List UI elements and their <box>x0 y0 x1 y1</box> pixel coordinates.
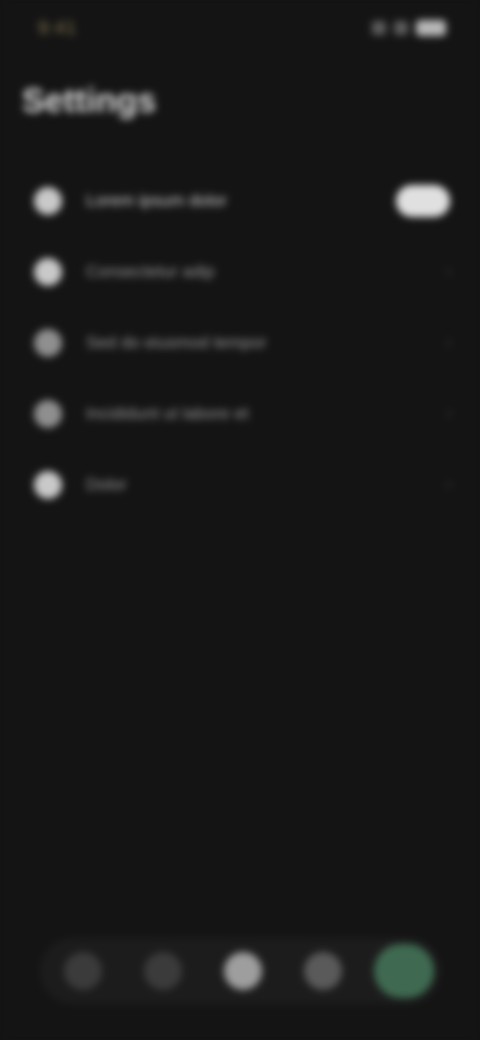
setting-5-icon <box>34 470 62 499</box>
chevron-right-icon: › <box>446 403 452 423</box>
nav-item-1-icon[interactable] <box>64 952 102 990</box>
setting-row-3[interactable]: Sed do eiusmod tempor › <box>0 307 480 378</box>
signal-icon <box>372 21 386 35</box>
setting-3-icon <box>34 328 62 357</box>
battery-icon <box>416 20 446 36</box>
wifi-icon <box>394 21 408 35</box>
setting-4-label: Incididunt ut labore et <box>86 403 249 423</box>
setting-row-2[interactable]: Consectetur adip › <box>0 236 480 307</box>
page-title: Settings <box>22 82 157 120</box>
setting-2-label: Consectetur adip <box>86 261 215 281</box>
nav-item-3-icon[interactable] <box>224 952 262 990</box>
nav-item-5-active-icon[interactable] <box>374 944 434 998</box>
setting-1-toggle[interactable] <box>396 184 450 217</box>
setting-row-5[interactable]: Dolor › <box>0 449 480 520</box>
bottom-nav <box>40 938 440 1004</box>
settings-screen: 9:41 Settings Lorem ipsum dolor Consecte… <box>0 0 480 1040</box>
setting-row-1[interactable]: Lorem ipsum dolor <box>0 165 480 236</box>
setting-5-label: Dolor <box>86 474 127 494</box>
settings-list: Lorem ipsum dolor Consectetur adip › Sed… <box>0 165 480 520</box>
chevron-right-icon: › <box>446 474 452 494</box>
chevron-right-icon: › <box>446 332 452 352</box>
nav-item-4-icon[interactable] <box>304 952 342 990</box>
setting-2-icon <box>34 257 62 286</box>
status-bar: 9:41 <box>0 0 480 60</box>
status-time: 9:41 <box>38 18 78 38</box>
status-icons <box>372 20 446 36</box>
setting-row-4[interactable]: Incididunt ut labore et › <box>0 378 480 449</box>
setting-4-icon <box>34 399 62 428</box>
setting-1-icon <box>34 186 62 215</box>
nav-item-2-icon[interactable] <box>144 952 182 990</box>
setting-3-label: Sed do eiusmod tempor <box>86 332 267 352</box>
setting-1-label: Lorem ipsum dolor <box>86 190 227 210</box>
chevron-right-icon: › <box>446 261 452 281</box>
